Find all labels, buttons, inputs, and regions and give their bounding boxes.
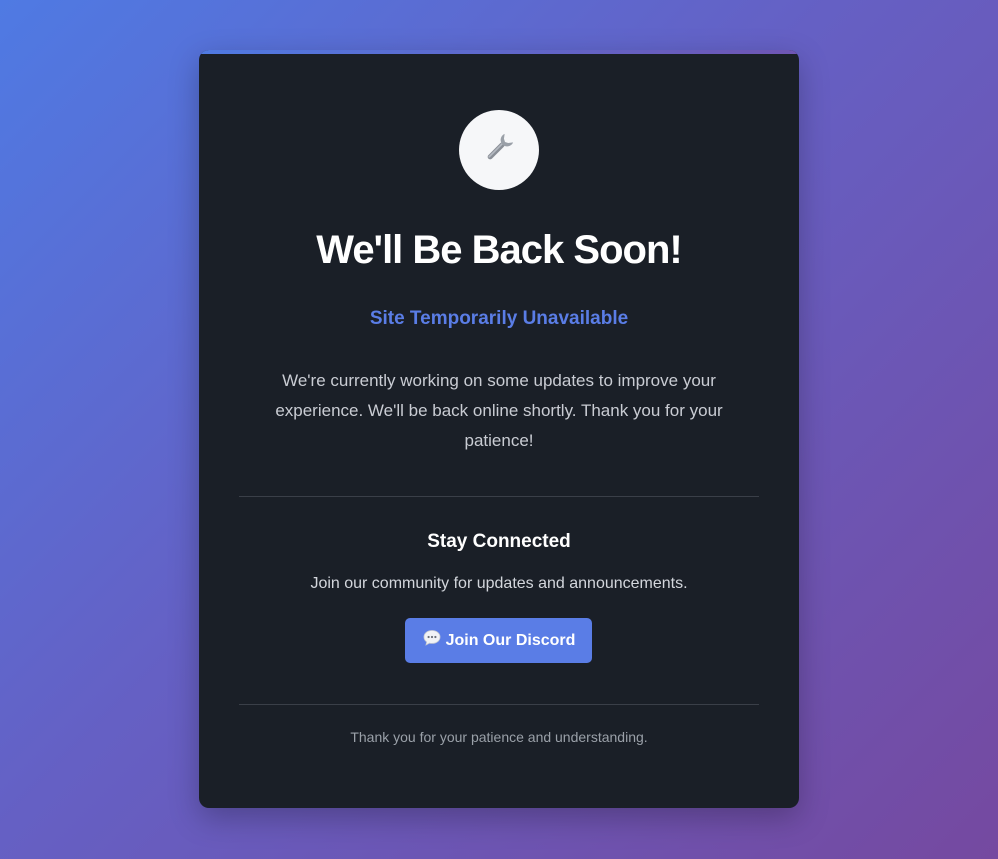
divider <box>239 704 759 705</box>
footer-text: Thank you for your patience and understa… <box>350 729 648 745</box>
maintenance-card: We'll Be Back Soon! Site Temporarily Una… <box>199 50 799 808</box>
speech-bubble-icon <box>422 628 442 653</box>
page-title: We'll Be Back Soon! <box>316 228 682 272</box>
join-discord-label: Join Our Discord <box>445 631 576 649</box>
maintenance-description: We're currently working on some updates … <box>275 371 723 450</box>
icon-badge <box>459 110 539 190</box>
wrench-icon <box>481 130 517 171</box>
divider <box>239 496 759 497</box>
join-discord-button[interactable]: Join Our Discord <box>405 618 592 663</box>
community-text: Join our community for updates and annou… <box>310 575 688 592</box>
card-accent-bar <box>199 50 799 54</box>
stay-connected-heading: Stay Connected <box>427 531 571 552</box>
page-subtitle: Site Temporarily Unavailable <box>369 308 629 329</box>
